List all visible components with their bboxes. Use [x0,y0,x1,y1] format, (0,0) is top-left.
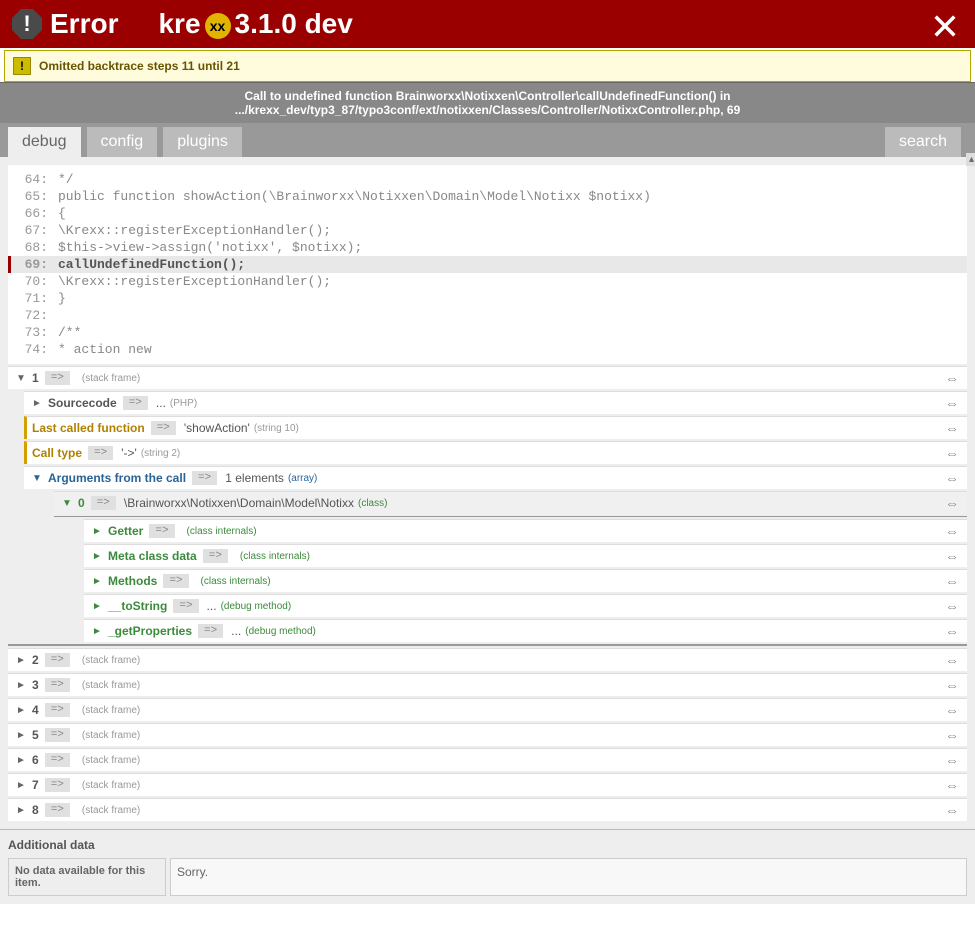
triangle-icon[interactable]: ► [16,705,26,716]
footer-label: No data available for this item. [8,858,166,896]
drag-icon[interactable]: ⇔ [945,652,959,668]
error-icon: ! [12,9,42,39]
drag-icon[interactable]: ⇔ [945,752,959,768]
triangle-icon[interactable]: ► [16,655,26,666]
drag-icon[interactable]: ⇔ [945,420,959,436]
drag-icon[interactable]: ⇔ [945,495,959,511]
tab-config[interactable]: config [87,127,158,157]
node-tostring[interactable]: ► __toString => ... (debug method) ⇔ [84,594,967,617]
triangle-icon[interactable]: ► [92,526,102,537]
triangle-icon[interactable]: ► [16,805,26,816]
drag-icon[interactable]: ⇔ [945,802,959,818]
tab-debug[interactable]: debug [8,127,81,157]
header-product: krexx3.1.0 dev [158,8,352,40]
node-arg-0[interactable]: ▼ 0 => \Brainworxx\Notixxen\Domain\Model… [54,491,967,514]
footer: Additional data No data available for th… [0,829,975,904]
body: ▴ 64:*/ 65:public function showAction(\B… [0,157,975,829]
highlight-line: 69: callUndefinedFunction(); [8,256,967,273]
tab-plugins[interactable]: plugins [163,127,242,157]
stack-frame-5[interactable]: ►5=>(stack frame)⇔ [8,723,967,746]
drag-icon[interactable]: ⇔ [945,598,959,614]
stack-frame-7[interactable]: ►7=>(stack frame)⇔ [8,773,967,796]
drag-icon[interactable]: ⇔ [945,777,959,793]
code-block: 64:*/ 65:public function showAction(\Bra… [8,165,967,364]
stack-frame-2[interactable]: ►2=>(stack frame)⇔ [8,648,967,671]
header-title: Error [50,8,118,40]
triangle-icon[interactable]: ► [92,626,102,637]
close-icon [931,12,959,40]
drag-icon[interactable]: ⇔ [945,445,959,461]
triangle-icon[interactable]: ▼ [16,373,26,384]
drag-icon[interactable]: ⇔ [945,623,959,639]
triangle-icon[interactable]: ► [16,680,26,691]
triangle-icon[interactable]: ► [92,601,102,612]
node-call-type[interactable]: Call type => '->' (string 2) ⇔ [24,441,967,464]
notice-bar: ! Omitted backtrace steps 11 until 21 [4,50,971,82]
badge-icon: xx [205,13,231,39]
close-button[interactable] [931,12,959,43]
node-last-called[interactable]: Last called function => 'showAction' (st… [24,416,967,439]
drag-icon[interactable]: ⇔ [945,523,959,539]
drag-icon[interactable]: ⇔ [945,727,959,743]
node-methods[interactable]: ► Methods => (class internals) ⇔ [84,569,967,592]
node-getter[interactable]: ► Getter => (class internals) ⇔ [84,519,967,542]
notice-text: Omitted backtrace steps 11 until 21 [39,59,240,73]
drag-icon[interactable]: ⇔ [945,370,959,386]
triangle-icon[interactable]: ► [16,780,26,791]
drag-icon[interactable]: ⇔ [945,395,959,411]
warning-icon: ! [13,57,31,75]
footer-value: Sorry. [170,858,967,896]
node-sourcecode[interactable]: ► Sourcecode => ... (PHP) ⇔ [24,391,967,414]
triangle-icon[interactable]: ► [16,755,26,766]
error-message: Call to undefined function Brainworxx\No… [0,82,975,123]
triangle-icon[interactable]: ► [92,576,102,587]
stack-frame-6[interactable]: ►6=>(stack frame)⇔ [8,748,967,771]
node-meta[interactable]: ► Meta class data => (class internals) ⇔ [84,544,967,567]
drag-icon[interactable]: ⇔ [945,548,959,564]
drag-icon[interactable]: ⇔ [945,702,959,718]
tabs-bar: debug config plugins search [0,123,975,157]
node-getprops[interactable]: ► _getProperties => ... (debug method) ⇔ [84,619,967,642]
triangle-icon[interactable]: ► [92,551,102,562]
triangle-icon[interactable]: ▼ [62,498,72,509]
footer-title: Additional data [8,838,967,852]
stack-frame-4[interactable]: ►4=>(stack frame)⇔ [8,698,967,721]
drag-icon[interactable]: ⇔ [945,470,959,486]
node-arguments[interactable]: ▼ Arguments from the call => 1 elements … [24,466,967,489]
drag-icon[interactable]: ⇔ [945,677,959,693]
triangle-icon[interactable]: ► [32,398,42,409]
scroll-up-icon[interactable]: ▴ [966,153,975,166]
drag-icon[interactable]: ⇔ [945,573,959,589]
tab-search[interactable]: search [885,127,961,157]
stack-frame-1[interactable]: ▼ 1 => (stack frame) ⇔ [8,366,967,389]
header-bar: ! Error krexx3.1.0 dev [0,0,975,48]
stack-frame-3[interactable]: ►3=>(stack frame)⇔ [8,673,967,696]
stack-frame-8[interactable]: ►8=>(stack frame)⇔ [8,798,967,821]
triangle-icon[interactable]: ▼ [32,473,42,484]
triangle-icon[interactable]: ► [16,730,26,741]
